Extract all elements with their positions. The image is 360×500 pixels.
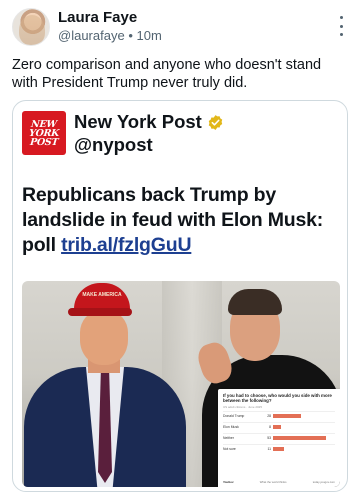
poll-row: Elon Musk 8 [223, 421, 335, 431]
nypost-logo[interactable]: NEW YORK POST [22, 111, 66, 155]
photo-cap-brim [68, 308, 132, 316]
poll-rows: Donald Trump 28 Elon Musk 8 Neither 53 Not sur… [223, 410, 335, 453]
poll-row-percent: 11 [267, 446, 271, 451]
poll-row-label: Elon Musk [223, 424, 239, 429]
poll-footer: YouGov What the world thinks today.yougo… [223, 480, 335, 484]
poll-footer-tagline: What the world thinks [259, 480, 287, 484]
poll-subtitle: US adult citizens · June 2025 [223, 404, 263, 409]
quoted-author-name[interactable]: New York Post [74, 111, 224, 133]
poll-row: Neither 53 [223, 432, 335, 442]
poll-row-label: Not sure [223, 446, 236, 451]
poll-graphic: If you had to choose, who would you side… [218, 389, 340, 487]
headline-link[interactable]: trib.al/fzlgGuU [61, 234, 191, 256]
poll-row-percent: 8 [269, 424, 271, 429]
poll-row-bar [273, 435, 326, 440]
author-name[interactable]: Laura Faye [58, 9, 137, 26]
poll-row: Not sure 11 [223, 443, 335, 453]
poll-footer-url: today.yougov.com [312, 480, 335, 484]
meta-separator: • [128, 28, 133, 43]
photo-cap-text: MAKE AMERICA [82, 292, 122, 298]
poll-row-percent: 28 [267, 413, 271, 418]
post-text: Zero comparison and anyone who doesn't s… [12, 57, 322, 91]
photo-figure-left-face [80, 311, 128, 365]
more-options-icon[interactable] [334, 16, 348, 36]
poll-row-bar [273, 446, 284, 451]
post-meta: @laurafaye • 10m [58, 28, 162, 43]
quoted-post-header: NEW YORK POST New York Post @nypost [22, 111, 342, 155]
post-time[interactable]: 10m [137, 28, 162, 43]
poll-row-label: Neither [223, 435, 234, 440]
quoted-author-handle[interactable]: @nypost [74, 134, 153, 156]
photo-figure-right-hair [228, 289, 282, 315]
article-photo[interactable]: MAKE AMERICA If you had to choose, who w… [22, 281, 340, 487]
poll-footer-brand: YouGov [223, 480, 234, 484]
poll-row: Donald Trump 28 [223, 410, 335, 420]
poll-question: If you had to choose, who would you side… [223, 393, 332, 404]
poll-row-bar [273, 424, 281, 429]
verified-badge-icon [208, 114, 223, 130]
avatar[interactable] [12, 8, 50, 46]
poll-row-bar [273, 413, 301, 418]
poll-row-label: Donald Trump [223, 413, 245, 418]
poll-row-percent: 53 [267, 435, 271, 440]
author-handle[interactable]: @laurafaye [58, 28, 125, 43]
quoted-post-card[interactable]: NEW YORK POST New York Post @nypost Repu… [12, 100, 348, 492]
quoted-headline: Republicans back Trump by landslide in f… [22, 183, 344, 258]
post-header: Laura Faye @laurafaye • 10m [12, 8, 348, 48]
